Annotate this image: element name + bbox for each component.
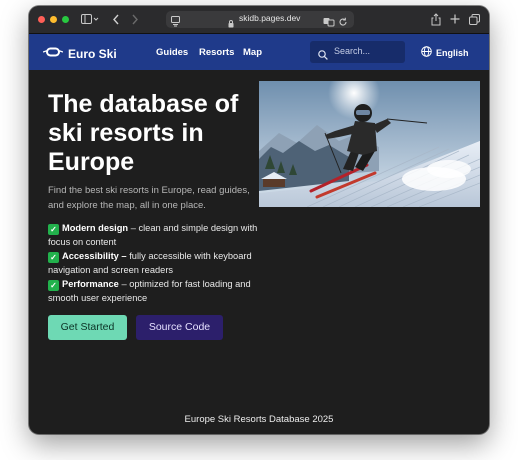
hero-image-skier [259, 81, 480, 207]
tab-overview-icon[interactable] [467, 11, 481, 27]
checkmark-icon: ✓ [48, 280, 59, 291]
maximize-window-button[interactable] [62, 16, 69, 23]
search-input[interactable]: Search... [310, 41, 405, 63]
checkmark-icon: ✓ [48, 252, 59, 263]
reload-icon[interactable] [338, 14, 348, 32]
hero-subtitle: Find the best ski resorts in Europe, rea… [48, 185, 250, 211]
globe-icon [421, 46, 432, 59]
browser-window: skidb.pages.dev Euro Ski Guides Resorts [29, 6, 489, 434]
feature-item: ✓ Modern design – clean and simple design… [48, 221, 258, 249]
feature-item: ✓ Accessibility – fully accessible with k… [48, 249, 258, 277]
lock-icon [228, 15, 234, 33]
close-window-button[interactable] [38, 16, 45, 23]
site-header: Euro Ski Guides Resorts Map Search... En… [29, 34, 489, 70]
language-label: English [436, 47, 469, 58]
feature-list: ✓ Modern design – clean and simple design… [48, 221, 258, 305]
nav-map[interactable]: Map [243, 47, 262, 58]
page-title: The database of ski resorts in Europe [48, 90, 239, 176]
site-settings-icon[interactable] [171, 14, 181, 32]
footer-text: Europe Ski Resorts Database 2025 [184, 414, 334, 425]
language-selector[interactable]: English [421, 46, 469, 59]
source-code-button[interactable]: Source Code [136, 315, 223, 340]
url-text: skidb.pages.dev [239, 13, 301, 23]
feature-title: Modern design [62, 223, 129, 233]
feature-item: ✓ Performance – optimized for fast loadin… [48, 277, 258, 305]
browser-toolbar: skidb.pages.dev [29, 6, 489, 34]
new-tab-icon[interactable] [448, 11, 462, 27]
forward-icon[interactable] [128, 11, 142, 27]
search-icon [318, 47, 328, 65]
feature-title: Accessibility – [62, 251, 127, 261]
share-icon[interactable] [429, 11, 443, 27]
nav-guides[interactable]: Guides [156, 47, 188, 58]
logo-text: Euro Ski [68, 47, 117, 61]
sidebar-toggle-icon[interactable] [79, 11, 101, 27]
address-bar[interactable]: skidb.pages.dev [166, 11, 354, 28]
minimize-window-button[interactable] [50, 16, 57, 23]
ski-goggles-icon [42, 45, 64, 63]
checkmark-icon: ✓ [48, 224, 59, 235]
nav-resorts[interactable]: Resorts [199, 47, 234, 58]
back-icon[interactable] [109, 11, 123, 27]
feature-title: Performance [62, 279, 119, 289]
translate-icon[interactable] [323, 14, 335, 32]
get-started-button[interactable]: Get Started [48, 315, 127, 340]
site-logo[interactable]: Euro Ski [42, 45, 117, 63]
search-placeholder: Search... [334, 46, 371, 56]
